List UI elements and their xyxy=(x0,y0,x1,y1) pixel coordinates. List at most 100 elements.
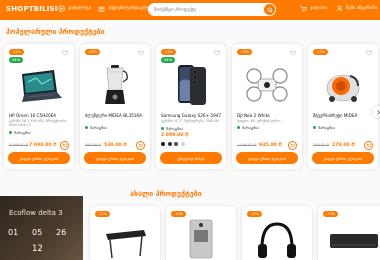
product-name[interactable]: Samsung Galaxy S26+ 5947 xyxy=(161,113,223,118)
product-card[interactable]: -15% xyxy=(242,206,312,260)
old-price: 599.00 ₾ xyxy=(85,143,102,147)
view-details-button[interactable]: ვრცლად ნახვა xyxy=(160,152,222,164)
stock-label: მარაგშია xyxy=(14,130,31,135)
promo-banner[interactable]: Ecoflow delta 3 01 05 26 12 xyxy=(0,196,83,260)
air-conditioner-image xyxy=(330,234,378,248)
discount-badge: -18% xyxy=(85,49,101,55)
gift-icon xyxy=(98,6,105,12)
product-description: ეკრანი 16.1 Full HD, პროცესორი: Intel Co… xyxy=(9,119,67,128)
logo[interactable]: SHOPTBILISI xyxy=(6,5,58,13)
discount-badge: -15% xyxy=(247,211,263,217)
cart-button[interactable]: კალათა xyxy=(300,5,328,12)
stock-dot-icon xyxy=(161,127,164,130)
discount-badge: -15% xyxy=(161,49,177,55)
stock-dot-icon xyxy=(9,131,12,134)
account-button[interactable]: ჩემი ანგარიში xyxy=(336,5,377,12)
carousel-next-button[interactable] xyxy=(372,106,380,118)
product-card[interactable]: -15% xyxy=(318,206,380,260)
add-to-cart-button[interactable] xyxy=(136,141,145,150)
color-swatch[interactable] xyxy=(161,142,165,146)
color-options[interactable] xyxy=(161,142,185,146)
section-title-popular: პოპულარული პროდუქტები xyxy=(6,28,105,36)
countdown-minutes: 26 xyxy=(56,228,67,237)
user-icon xyxy=(336,5,343,12)
buy-one-click-button[interactable]: ყიდვა ერთი კლიკით xyxy=(312,152,374,164)
search-button[interactable] xyxy=(264,4,275,15)
add-to-cart-button[interactable] xyxy=(288,141,297,150)
cart-icon xyxy=(62,143,67,147)
search-icon xyxy=(266,6,273,13)
product-card[interactable]: -15% მტვერსასრუტი MIDEA მარაგშია 359.00 … xyxy=(308,44,378,169)
stock-dot-icon xyxy=(85,126,88,129)
product-card[interactable]: -12% xyxy=(90,206,160,260)
product-card[interactable]: -12% NEW HP Omen 16 C5H20EA ეკრანი 16.1 … xyxy=(4,44,74,169)
offers-button[interactable]: აქციები/ფასდაკლება xyxy=(98,5,154,12)
new-price: 539.00 ₾ xyxy=(104,143,127,148)
chevron-right-icon xyxy=(376,109,380,115)
countdown-seconds: 12 xyxy=(32,244,43,254)
cart-icon xyxy=(138,143,143,147)
promo-title: Ecoflow delta 3 xyxy=(9,209,63,217)
stock-dot-icon xyxy=(313,126,316,129)
old-price: 1 099.00 ₾ xyxy=(237,143,257,147)
color-swatch[interactable] xyxy=(167,142,172,146)
add-to-cart-button[interactable] xyxy=(364,141,373,150)
product-description: ვიდეო: 4K, ფრენის დრო... xyxy=(237,119,283,123)
heart-icon[interactable] xyxy=(290,50,296,56)
color-swatch[interactable] xyxy=(174,142,178,146)
product-card[interactable]: -15% DJI Neo 2 White ვიდეო: 4K, ფრენის დ… xyxy=(232,44,302,169)
cart-icon xyxy=(366,143,371,147)
heart-icon[interactable] xyxy=(366,50,372,56)
stock-label: მარაგშია xyxy=(166,126,183,131)
section-title-new: ახალი პროდუქტები xyxy=(130,190,202,198)
heart-icon[interactable] xyxy=(62,50,68,56)
stock-status: მარაგშია xyxy=(9,130,31,135)
new-price: 2 899.00 ₾ xyxy=(161,133,189,138)
product-card[interactable]: -15% xyxy=(166,206,236,260)
account-label: ჩემი ანგარიში xyxy=(346,6,377,11)
stock-status: მარაგშია xyxy=(161,126,183,131)
laptop-image xyxy=(22,70,62,102)
phone-image xyxy=(178,65,206,105)
buy-one-click-button[interactable]: ყიდვა ერთი კლიკით xyxy=(236,152,298,164)
new-price: 935.00 ₾ xyxy=(259,143,282,148)
buy-one-click-button[interactable]: ყიდვა ერთი კლიკით xyxy=(8,152,70,164)
heart-icon[interactable] xyxy=(214,50,220,56)
product-name[interactable]: მტვერსასრუტი MIDEA xyxy=(313,113,375,118)
new-price: 279.00 ₾ xyxy=(332,143,355,148)
cart-label: კალათა xyxy=(310,6,328,11)
discount-badge: -12% xyxy=(9,49,25,55)
product-card[interactable]: -18% ბლენდერი MIDEA BL3516A მარაგშია 599… xyxy=(80,44,150,169)
color-swatch[interactable] xyxy=(180,142,185,146)
discount-badge: -12% xyxy=(95,211,111,217)
desk-image xyxy=(106,230,146,259)
countdown-days: 01 xyxy=(8,228,19,237)
cart-icon xyxy=(290,143,295,147)
stock-dot-icon xyxy=(237,126,240,129)
old-price: 8 499.00 ₾ xyxy=(9,143,29,147)
product-name[interactable]: ბლენდერი MIDEA BL3516A xyxy=(85,113,147,118)
discount-badge: -15% xyxy=(237,49,253,55)
drone-image xyxy=(246,68,288,102)
stock-status: მარაგშია xyxy=(85,125,107,130)
product-description: ეკრანი: 6.7", მეხსიერება: 256 GB xyxy=(161,119,219,123)
old-price: 359.00 ₾ xyxy=(313,143,330,147)
new-price: 7 099.00 ₾ xyxy=(29,143,57,148)
grid-icon xyxy=(58,5,65,12)
product-name[interactable]: HP Omen 16 C5H20EA xyxy=(9,113,71,118)
search-input[interactable]: მოძებნეთ პროდუქტი xyxy=(154,7,196,12)
countdown-hours: 05 xyxy=(32,228,43,237)
buy-one-click-button[interactable]: ყიდვა ერთი კლიკით xyxy=(84,152,146,164)
stock-label: მარაგშია xyxy=(90,125,107,130)
catalog-label: კატალოგი xyxy=(68,6,92,11)
stock-status: მარაგშია xyxy=(237,125,259,130)
search-bar[interactable]: მოძებნეთ პროდუქტი xyxy=(148,3,276,16)
stock-status: მარაგშია xyxy=(313,125,335,130)
product-name[interactable]: DJI Neo 2 White xyxy=(237,113,299,118)
heart-icon[interactable] xyxy=(138,50,144,56)
catalog-button[interactable]: კატალოგი xyxy=(58,5,91,12)
blender-image xyxy=(105,65,128,104)
header: SHOPTBILISI კატალოგი აქციები/ფასდაკლება … xyxy=(0,0,380,20)
add-to-cart-button[interactable] xyxy=(60,141,69,150)
product-card[interactable]: -15% NEW Samsung Galaxy S26+ 5947 ეკრანი… xyxy=(156,44,226,169)
